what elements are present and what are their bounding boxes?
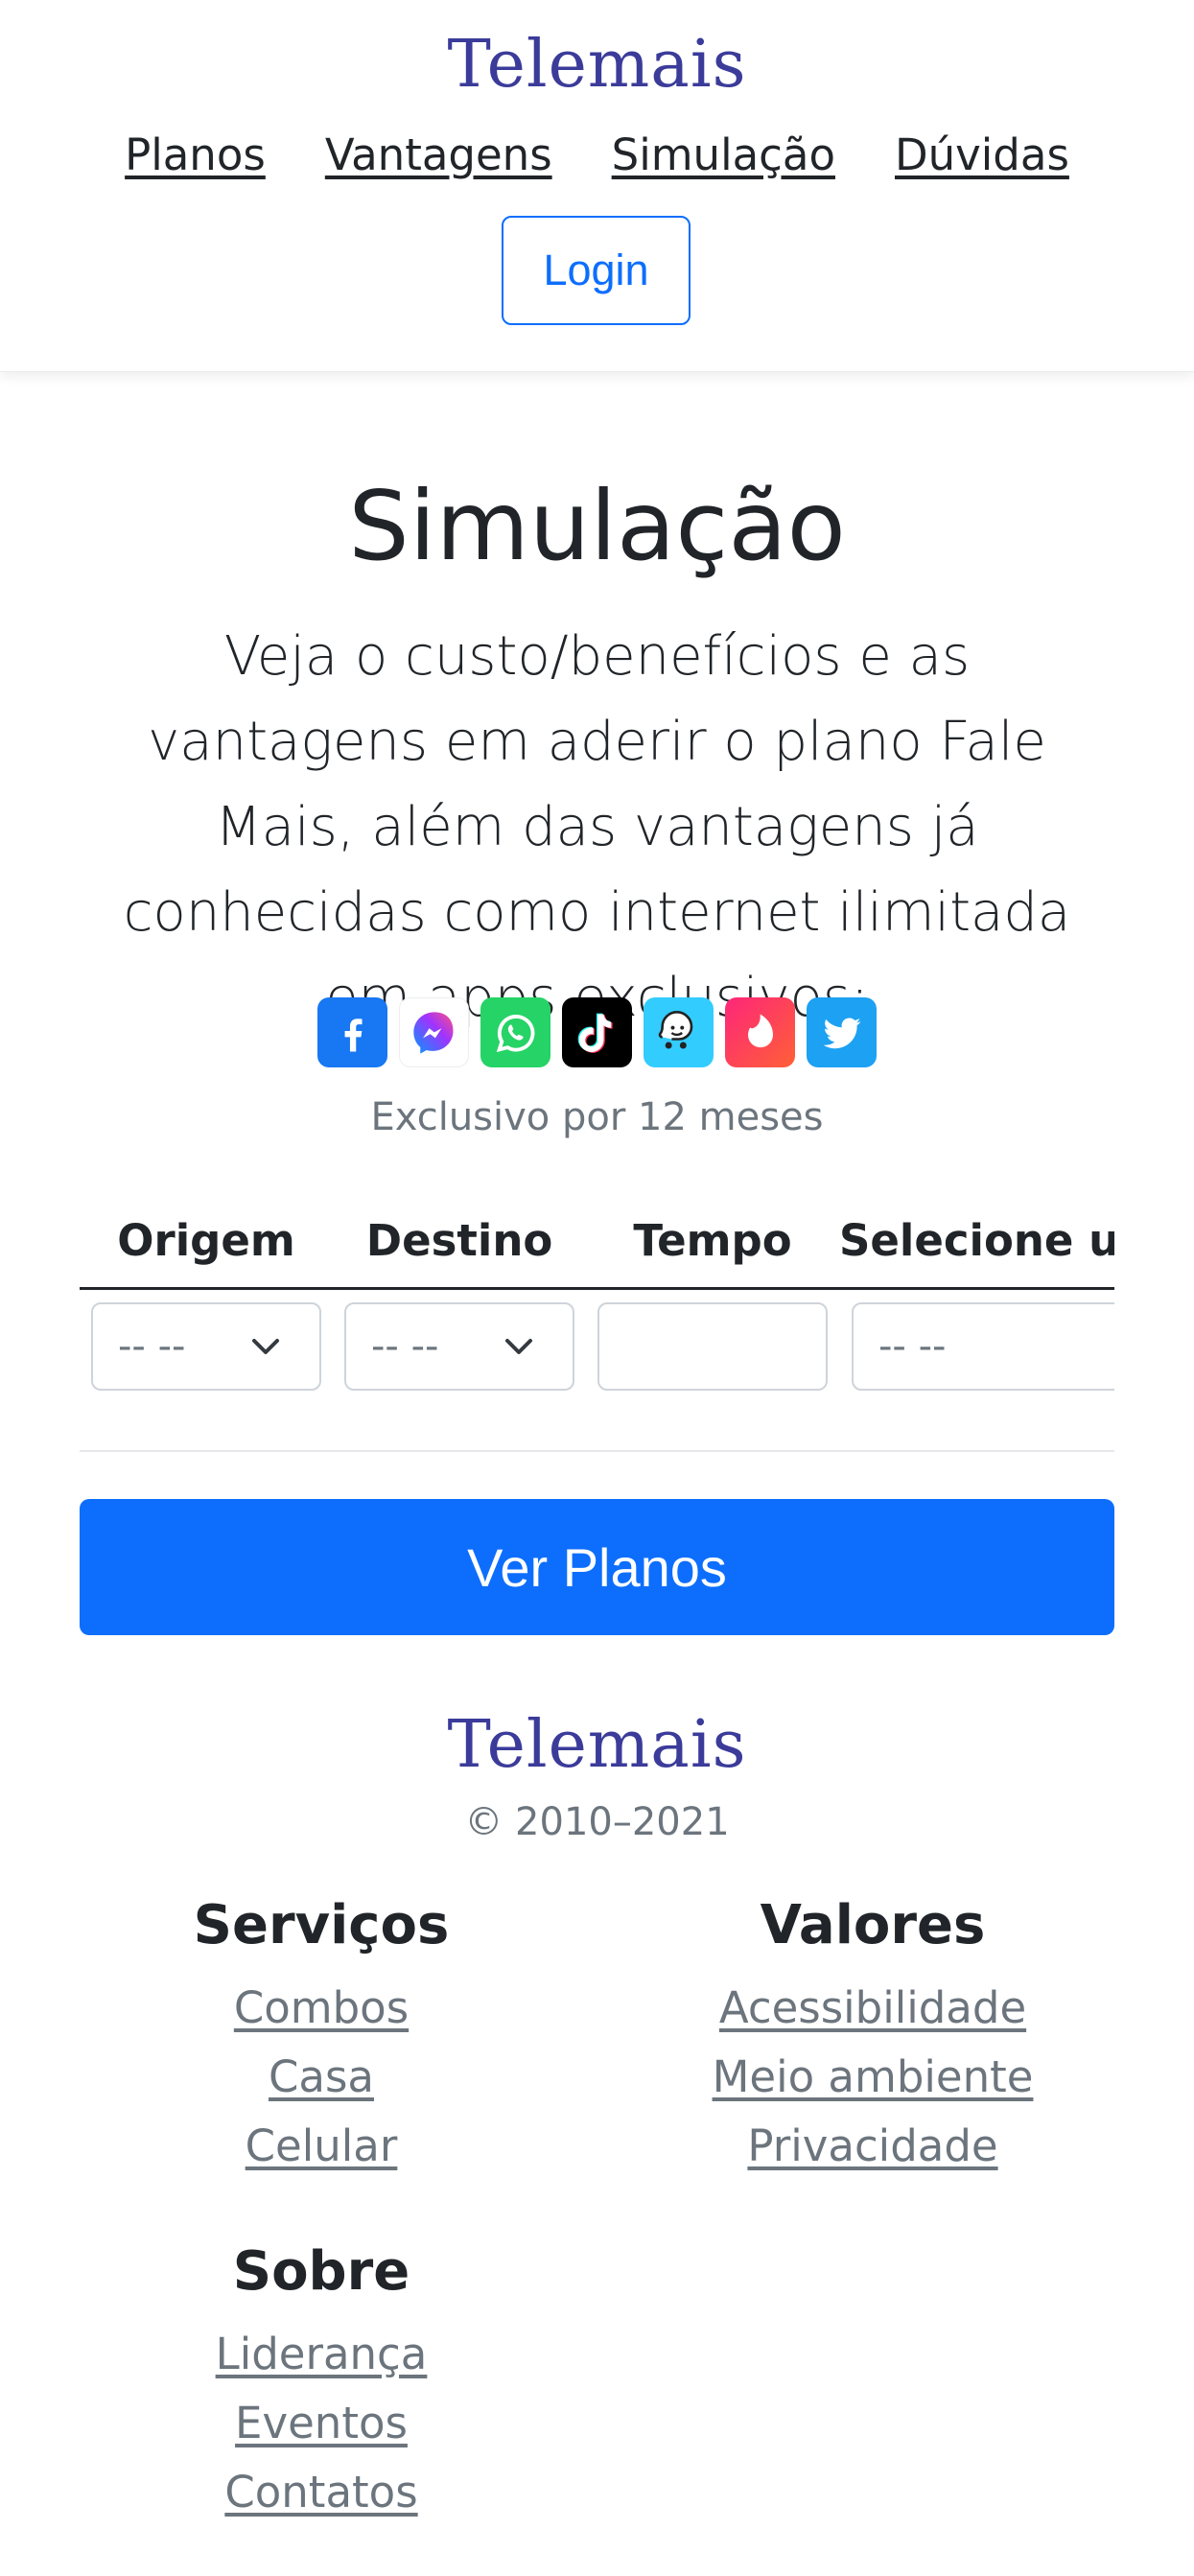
footer-heading-servicos: Serviços (193, 1894, 450, 1956)
facebook-icon (317, 997, 387, 1067)
chevron-down-icon (252, 1339, 279, 1354)
footer-section-servicos: Serviços Combos Casa Celular (43, 1894, 599, 2181)
simulation-table: Origem Destino Tempo Selecione um plano … (80, 1204, 1114, 1453)
waze-icon (644, 997, 714, 1067)
column-header-origem: Origem (117, 1215, 295, 1266)
footer-link-casa[interactable]: Casa (43, 2043, 599, 2112)
nav-link-planos[interactable]: Planos (125, 129, 266, 180)
footer-link-meio-ambiente[interactable]: Meio ambiente (595, 2043, 1151, 2112)
column-header-plano: Selecione um plano (839, 1215, 1114, 1266)
copyright: © 2010–2021 (464, 1800, 730, 1844)
plano-select[interactable]: -- -- (852, 1302, 1114, 1391)
column-header-destino: Destino (365, 1215, 553, 1266)
ver-planos-button[interactable]: Ver Planos (80, 1499, 1114, 1635)
footer-link-acessibilidade[interactable]: Acessibilidade (595, 1974, 1151, 2043)
footer-section-sobre: Sobre Liderança Eventos Contatos (43, 2240, 599, 2527)
tiktok-icon (562, 997, 632, 1067)
footer-link-combos[interactable]: Combos (43, 1974, 599, 2043)
footer-heading-sobre: Sobre (232, 2240, 410, 2303)
brand-logo[interactable]: Telemais (0, 27, 1194, 103)
footer-link-eventos[interactable]: Eventos (43, 2389, 599, 2458)
login-button[interactable]: Login (502, 216, 691, 325)
divider (80, 1450, 1114, 1452)
messenger-icon (399, 997, 469, 1067)
origem-select[interactable]: -- -- (91, 1302, 321, 1391)
nav-link-duvidas[interactable]: Dúvidas (895, 129, 1069, 180)
destino-select[interactable]: -- -- (344, 1302, 574, 1391)
footer-link-lideranca[interactable]: Liderança (43, 2320, 599, 2389)
origem-select-value: -- -- (118, 1324, 186, 1369)
table-header: Origem Destino Tempo Selecione um plano (80, 1204, 1114, 1290)
footer-link-privacidade[interactable]: Privacidade (595, 2112, 1151, 2181)
nav-link-simulacao[interactable]: Simulação (612, 129, 835, 180)
plano-select-value: -- -- (878, 1324, 947, 1369)
page-title: Simulação (348, 470, 846, 582)
destino-select-value: -- -- (371, 1324, 439, 1369)
nav-link-vantagens[interactable]: Vantagens (325, 129, 552, 180)
footer-brand-logo: Telemais (447, 1707, 747, 1783)
column-header-tempo: Tempo (633, 1215, 792, 1266)
footer-section-valores: Valores Acessibilidade Meio ambiente Pri… (595, 1894, 1151, 2181)
lead-text: Veja o custo/benefícios e as vantagens e… (123, 625, 1071, 1029)
twitter-icon (807, 997, 877, 1067)
tempo-input[interactable] (597, 1302, 828, 1391)
footer-link-celular[interactable]: Celular (43, 2112, 599, 2181)
whatsapp-icon (480, 997, 550, 1067)
app-icons-row (0, 997, 1194, 1067)
main-nav: Planos Vantagens Simulação Dúvidas (0, 129, 1194, 180)
chevron-down-icon (505, 1339, 532, 1354)
site-header: Telemais Planos Vantagens Simulação Dúvi… (0, 0, 1194, 372)
apps-note: Exclusivo por 12 meses (370, 1095, 824, 1139)
footer-link-contatos[interactable]: Contatos (43, 2458, 599, 2527)
footer-heading-valores: Valores (760, 1894, 986, 1956)
tinder-icon (725, 997, 795, 1067)
